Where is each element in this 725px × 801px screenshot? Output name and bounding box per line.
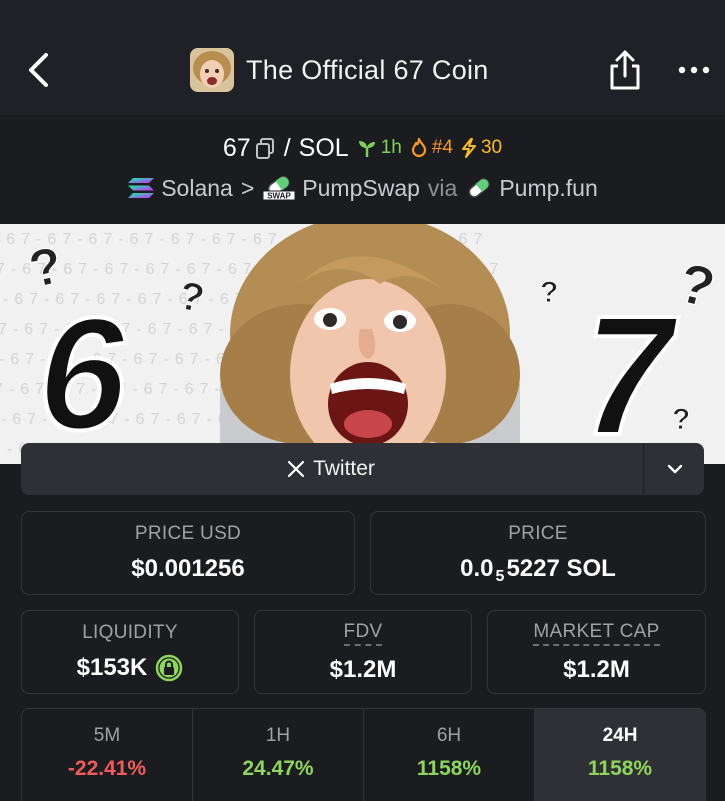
pill-icon <box>468 178 490 198</box>
more-dots-icon <box>678 66 710 74</box>
tab-1h-label: 1H <box>265 725 291 746</box>
chain-via-text: via <box>427 174 458 201</box>
price-usd-label: PRICE USD <box>134 523 242 544</box>
tab-1h-change: 24.47% <box>242 757 314 780</box>
fdv-label[interactable]: FDV <box>343 621 383 646</box>
links-dropdown-button[interactable] <box>643 443 705 495</box>
liquidity-label: LIQUIDITY <box>82 622 178 643</box>
tab-6h-change: 1158% <box>416 757 482 780</box>
price-native-card: PRICE 0.0 5 5227 SOL <box>370 511 706 595</box>
top-header: The Official 67 Coin <box>0 0 725 115</box>
page-title: The Official 67 Coin <box>246 54 489 85</box>
tab-5m-change: -22.41% <box>67 757 147 780</box>
chain-network-label: Solana <box>161 174 233 201</box>
svg-text:?: ? <box>540 276 558 309</box>
banner-face <box>220 224 520 464</box>
tab-24h[interactable]: 24H 1158% <box>535 709 705 801</box>
pair-boost-badge: 30 <box>461 137 502 159</box>
x-logo-icon <box>287 460 305 478</box>
tab-24h-label: 24H <box>602 725 638 746</box>
tab-6h-label: 6H <box>436 725 462 746</box>
solana-icon <box>128 178 155 198</box>
chain-launchpad-link[interactable]: Pump.fun <box>465 174 598 202</box>
svg-text:?: ? <box>672 403 690 436</box>
twitter-link-button[interactable]: Twitter <box>21 443 641 495</box>
chain-dex-link[interactable]: SWAP PumpSwap <box>262 175 420 202</box>
token-avatar <box>190 48 234 92</box>
chain-breadcrumb: Solana > SWAP PumpSwap via Pump.fun <box>0 170 725 206</box>
social-link-bar: Twitter <box>21 443 704 495</box>
price-usd-card: PRICE USD $0.001256 <box>21 511 355 595</box>
chain-network-link[interactable]: Solana <box>127 175 233 202</box>
pair-rank-badge: #4 <box>410 137 453 159</box>
timeframe-tabs: 5M -22.41% 1H 24.47% 6H 1158% 24H 1158% <box>21 708 706 801</box>
fdv-value: $1.2M <box>329 655 397 683</box>
pair-quote: SOL <box>298 133 349 162</box>
price-native-value: 0.0 5 5227 SOL <box>460 555 616 585</box>
flame-icon <box>411 138 426 158</box>
fdv-card: FDV $1.2M <box>254 610 472 694</box>
lightning-icon <box>461 138 476 158</box>
market-cap-value: $1.2M <box>563 655 630 683</box>
chain-launchpad-label: Pump.fun <box>499 174 598 201</box>
pair-base: 67 <box>222 133 251 162</box>
share-button[interactable] <box>605 46 645 94</box>
pair-separator: / <box>283 133 291 162</box>
tab-5m-label: 5M <box>93 725 121 746</box>
pair-row: 67 / SOL 1h #4 30 <box>0 128 725 168</box>
token-title-group: The Official 67 Coin <box>190 44 489 96</box>
chain-separator: > <box>240 174 255 201</box>
liquidity-value: $153K <box>76 654 148 681</box>
chevron-left-icon <box>29 53 48 87</box>
back-button[interactable] <box>20 48 56 92</box>
chevron-down-icon <box>667 464 682 474</box>
market-cap-label[interactable]: MARKET CAP <box>533 621 660 646</box>
market-cap-card: MARKET CAP $1.2M <box>487 610 706 694</box>
price-usd-value: $0.001256 <box>131 555 245 582</box>
tab-24h-change: 1158% <box>587 757 653 780</box>
seedling-icon <box>358 141 375 157</box>
copy-icon <box>255 138 274 159</box>
chain-dex-label: PumpSwap <box>302 174 420 201</box>
twitter-link-label: Twitter <box>313 457 375 480</box>
tab-1h[interactable]: 1H 24.47% <box>193 709 364 801</box>
svg-text:SWAP: SWAP <box>268 192 292 201</box>
liquidity-card: LIQUIDITY $153K <box>21 610 239 694</box>
liquidity-value-row: $153K <box>77 654 184 682</box>
token-banner-image: 7-67-67-67-67-67-67-67-67-67-67-67-67 7-… <box>0 224 725 464</box>
price-native-label: PRICE <box>508 523 568 544</box>
pair-age-badge: 1h <box>357 137 402 159</box>
pumpswap-icon: SWAP <box>262 176 296 201</box>
tab-5m[interactable]: 5M -22.41% <box>22 709 193 801</box>
more-options-button[interactable] <box>672 56 716 84</box>
lock-icon[interactable] <box>155 654 183 682</box>
tab-6h[interactable]: 6H 1158% <box>364 709 535 801</box>
share-icon <box>610 50 640 90</box>
pair-base-copy[interactable]: 67 <box>223 134 276 163</box>
